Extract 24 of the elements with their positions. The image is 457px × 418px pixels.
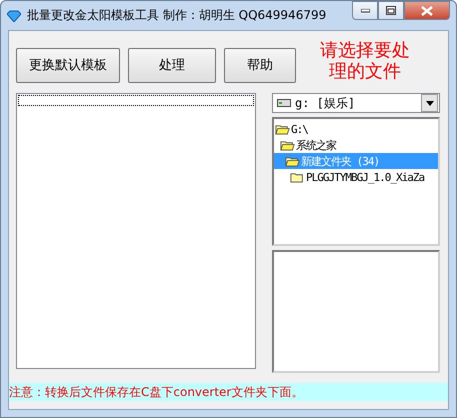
tree-item[interactable]: 系统之家 (274, 137, 438, 153)
tree-item[interactable]: PLGGJTYMBGJ_1.0_XiaZa (274, 169, 438, 185)
close-icon (421, 6, 433, 16)
minimize-icon (360, 8, 370, 12)
open-folder-icon (280, 140, 295, 150)
tree-item[interactable]: G:\ (274, 121, 438, 137)
open-folder-icon (285, 156, 300, 166)
instruction-text: 请选择要处理的文件 (319, 40, 411, 82)
close-button[interactable] (404, 1, 450, 20)
action-button[interactable]: 帮助 (224, 48, 296, 82)
folder-tree[interactable]: G:\ 系统之家 新建文件夹 (34) PLGGJTYMBGJ_1.0_XiaZa (272, 117, 440, 246)
drive-select[interactable]: g: [娱乐] (272, 93, 440, 113)
maximize-icon (386, 6, 396, 15)
drive-icon (277, 99, 291, 107)
folder-icon (290, 172, 305, 182)
maximize-button[interactable] (378, 1, 404, 20)
drive-value: g: [娱乐] (295, 94, 356, 112)
action-button[interactable]: 处理 (128, 48, 216, 82)
action-button[interactable]: 更换默认模板 (16, 48, 120, 82)
window-title: 批量更改金太阳模板工具 制作：胡明生 QQ649946799 (27, 7, 328, 24)
minimize-button[interactable] (352, 1, 378, 20)
open-folder-icon (275, 124, 290, 134)
diamond-icon (7, 10, 21, 22)
status-message: 注意：转换后文件保存在C盘下converter文件夹下面。 (9, 383, 448, 401)
